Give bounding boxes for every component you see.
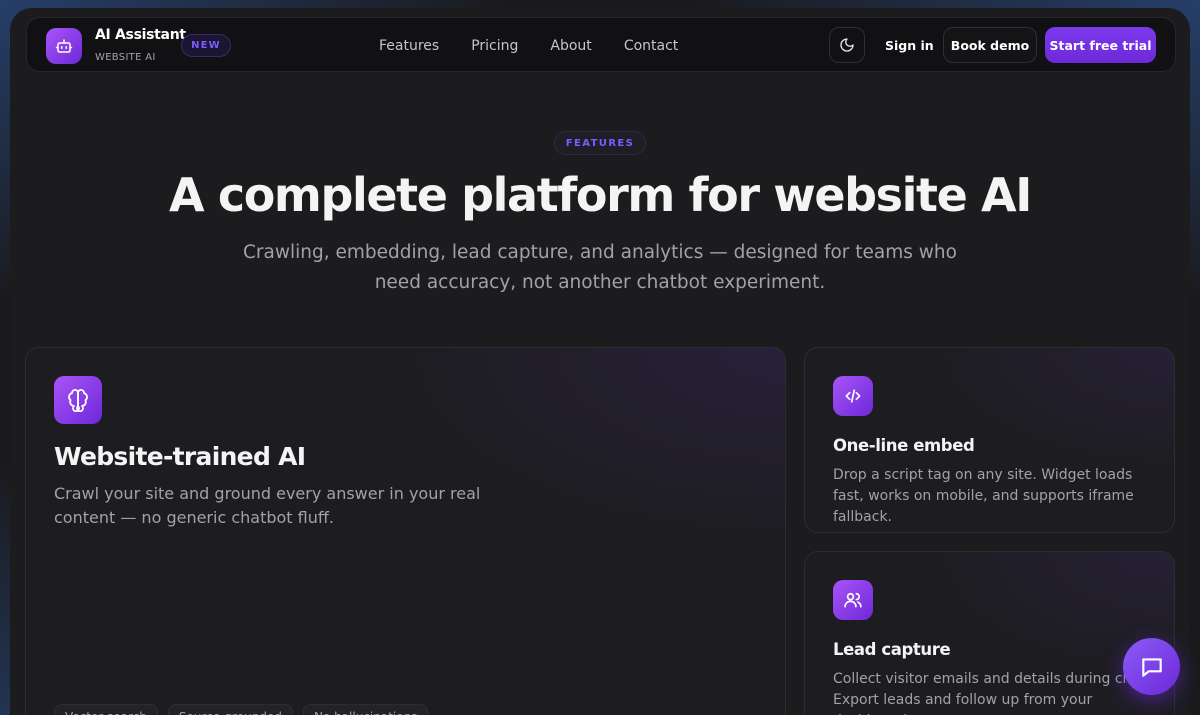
logo[interactable] bbox=[46, 28, 82, 64]
feature-icon-tile bbox=[833, 580, 873, 620]
feature-description: Crawl your site and ground every answer … bbox=[54, 484, 481, 527]
nav-link-pricing[interactable]: Pricing bbox=[471, 38, 518, 54]
chat-widget-button[interactable] bbox=[1123, 638, 1180, 695]
feature-description: Drop a script tag on any site. Widget lo… bbox=[833, 467, 1134, 525]
users-icon bbox=[844, 592, 862, 608]
feature-icon-tile bbox=[833, 376, 873, 416]
feature-icon-tile bbox=[54, 376, 102, 424]
start-trial-button[interactable]: Start free trial bbox=[1045, 27, 1156, 63]
feature-description: Collect visitor emails and details durin… bbox=[833, 671, 1150, 715]
theme-toggle-button[interactable] bbox=[829, 27, 865, 63]
feature-card-lead-capture: Lead capture Collect visitor emails and … bbox=[804, 551, 1175, 715]
section-eyebrow: FEATURES bbox=[554, 131, 646, 155]
brand-subtitle: WEBSITE AI bbox=[95, 52, 156, 63]
new-badge: NEW bbox=[181, 34, 231, 57]
brain-icon bbox=[68, 389, 88, 412]
top-nav: AI Assistant WEBSITE AI NEW Features Pri… bbox=[26, 17, 1176, 72]
feature-card-embed: One-line embed Drop a script tag on any … bbox=[804, 347, 1175, 533]
feature-chips: Vector search Source-grounded No halluci… bbox=[54, 704, 429, 715]
feature-chip: No hallucinations bbox=[302, 704, 429, 715]
brand-title: AI Assistant bbox=[95, 27, 186, 43]
chat-bubble-icon bbox=[1141, 657, 1162, 677]
moon-icon bbox=[840, 38, 854, 52]
feature-card-website-trained: Website-trained AI Crawl your site and g… bbox=[25, 347, 786, 715]
sign-in-link[interactable]: Sign in bbox=[885, 18, 934, 73]
nav-link-features[interactable]: Features bbox=[379, 38, 439, 54]
code-icon bbox=[845, 389, 861, 403]
feature-title: Website-trained AI bbox=[54, 442, 306, 471]
page-title: A complete platform for website AI bbox=[169, 168, 1032, 222]
feature-chip: Vector search bbox=[54, 704, 158, 715]
feature-title: One-line embed bbox=[833, 436, 975, 455]
book-demo-button[interactable]: Book demo bbox=[943, 27, 1037, 63]
page-subtitle: Crawling, embedding, lead capture, and a… bbox=[243, 242, 957, 293]
nav-links: Features Pricing About Contact bbox=[379, 18, 678, 73]
nav-link-about[interactable]: About bbox=[550, 38, 591, 54]
feature-title: Lead capture bbox=[833, 640, 951, 659]
nav-link-contact[interactable]: Contact bbox=[624, 38, 678, 54]
robot-icon bbox=[55, 39, 73, 53]
feature-chip: Source-grounded bbox=[167, 704, 293, 715]
